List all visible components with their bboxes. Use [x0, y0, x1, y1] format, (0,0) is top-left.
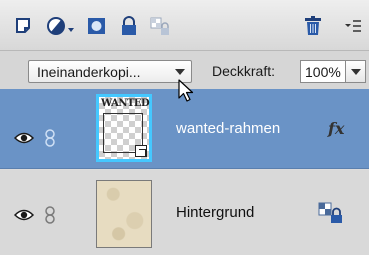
lock-transparent-icon[interactable]	[150, 16, 172, 36]
lock-icon[interactable]	[118, 16, 140, 36]
link-chain-icon[interactable]	[44, 206, 56, 224]
link-chain-icon[interactable]	[44, 129, 56, 147]
trash-icon[interactable]	[302, 16, 324, 36]
chevron-down-icon	[351, 69, 361, 75]
opacity-input[interactable]: 100%	[300, 60, 346, 83]
layer-mask-icon[interactable]	[86, 16, 108, 36]
opacity-label: Deckkraft:	[212, 63, 276, 79]
opacity-dropdown-button[interactable]	[346, 60, 366, 83]
visibility-eye-icon[interactable]	[13, 131, 35, 145]
layer-style-fx-icon[interactable]: fx	[328, 119, 344, 138]
blend-mode-dropdown[interactable]: Ineinanderkopi...	[28, 60, 192, 83]
visibility-eye-icon[interactable]	[13, 208, 35, 222]
locked-transparency-icon[interactable]	[318, 202, 344, 224]
thumbnail-wanted-text: WANTED	[101, 98, 150, 109]
layers-panel-body: Ineinanderkopi... Deckkraft: 100% WANTED	[0, 0, 369, 255]
panel-menu-icon[interactable]	[344, 16, 362, 36]
layer-row-hintergrund[interactable]: Hintergrund	[0, 170, 369, 255]
adjustment-layer-icon[interactable]	[46, 16, 74, 36]
new-layer-icon[interactable]	[14, 16, 36, 36]
layers-panel: Ineinanderkopi... Deckkraft: 100% WANTED	[0, 0, 377, 255]
layer-name[interactable]: wanted-rahmen	[176, 120, 280, 137]
layer-name[interactable]: Hintergrund	[176, 204, 254, 221]
blend-mode-value: Ineinanderkopi...	[37, 64, 141, 80]
mouse-cursor-icon	[178, 79, 196, 105]
opacity-value: 100%	[305, 64, 341, 80]
layer-thumbnail[interactable]	[96, 180, 152, 248]
layers-toolbar	[0, 0, 369, 51]
chevron-down-icon	[175, 69, 185, 75]
layer-thumbnail[interactable]: WANTED	[96, 94, 152, 162]
smart-object-icon	[135, 145, 147, 157]
